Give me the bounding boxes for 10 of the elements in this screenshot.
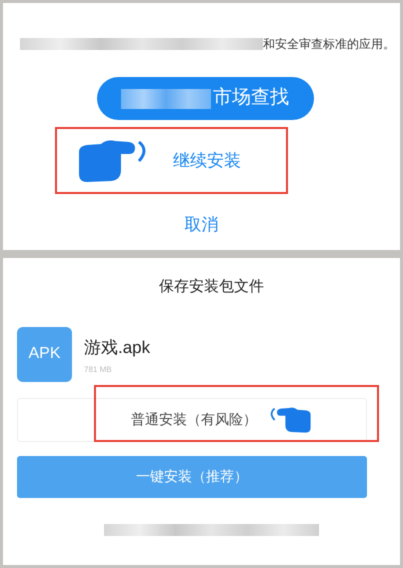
apk-file-icon: APK bbox=[17, 326, 72, 382]
file-name: 游戏.apk bbox=[84, 336, 150, 358]
market-button[interactable]: 市场查找 bbox=[96, 77, 314, 120]
notice-text: 和安全审查标准的应用。 bbox=[263, 36, 395, 53]
normal-install-button[interactable]: 普通安装（有风险） bbox=[17, 398, 367, 442]
file-size: 781 MB bbox=[84, 364, 113, 376]
one-click-install-button[interactable]: 一键安装（推荐） bbox=[17, 456, 367, 498]
continue-button[interactable]: 继续安装 bbox=[173, 148, 241, 174]
dialog-title: 保存安装包文件 bbox=[159, 277, 264, 297]
cancel-button[interactable]: 取消 bbox=[184, 212, 218, 238]
